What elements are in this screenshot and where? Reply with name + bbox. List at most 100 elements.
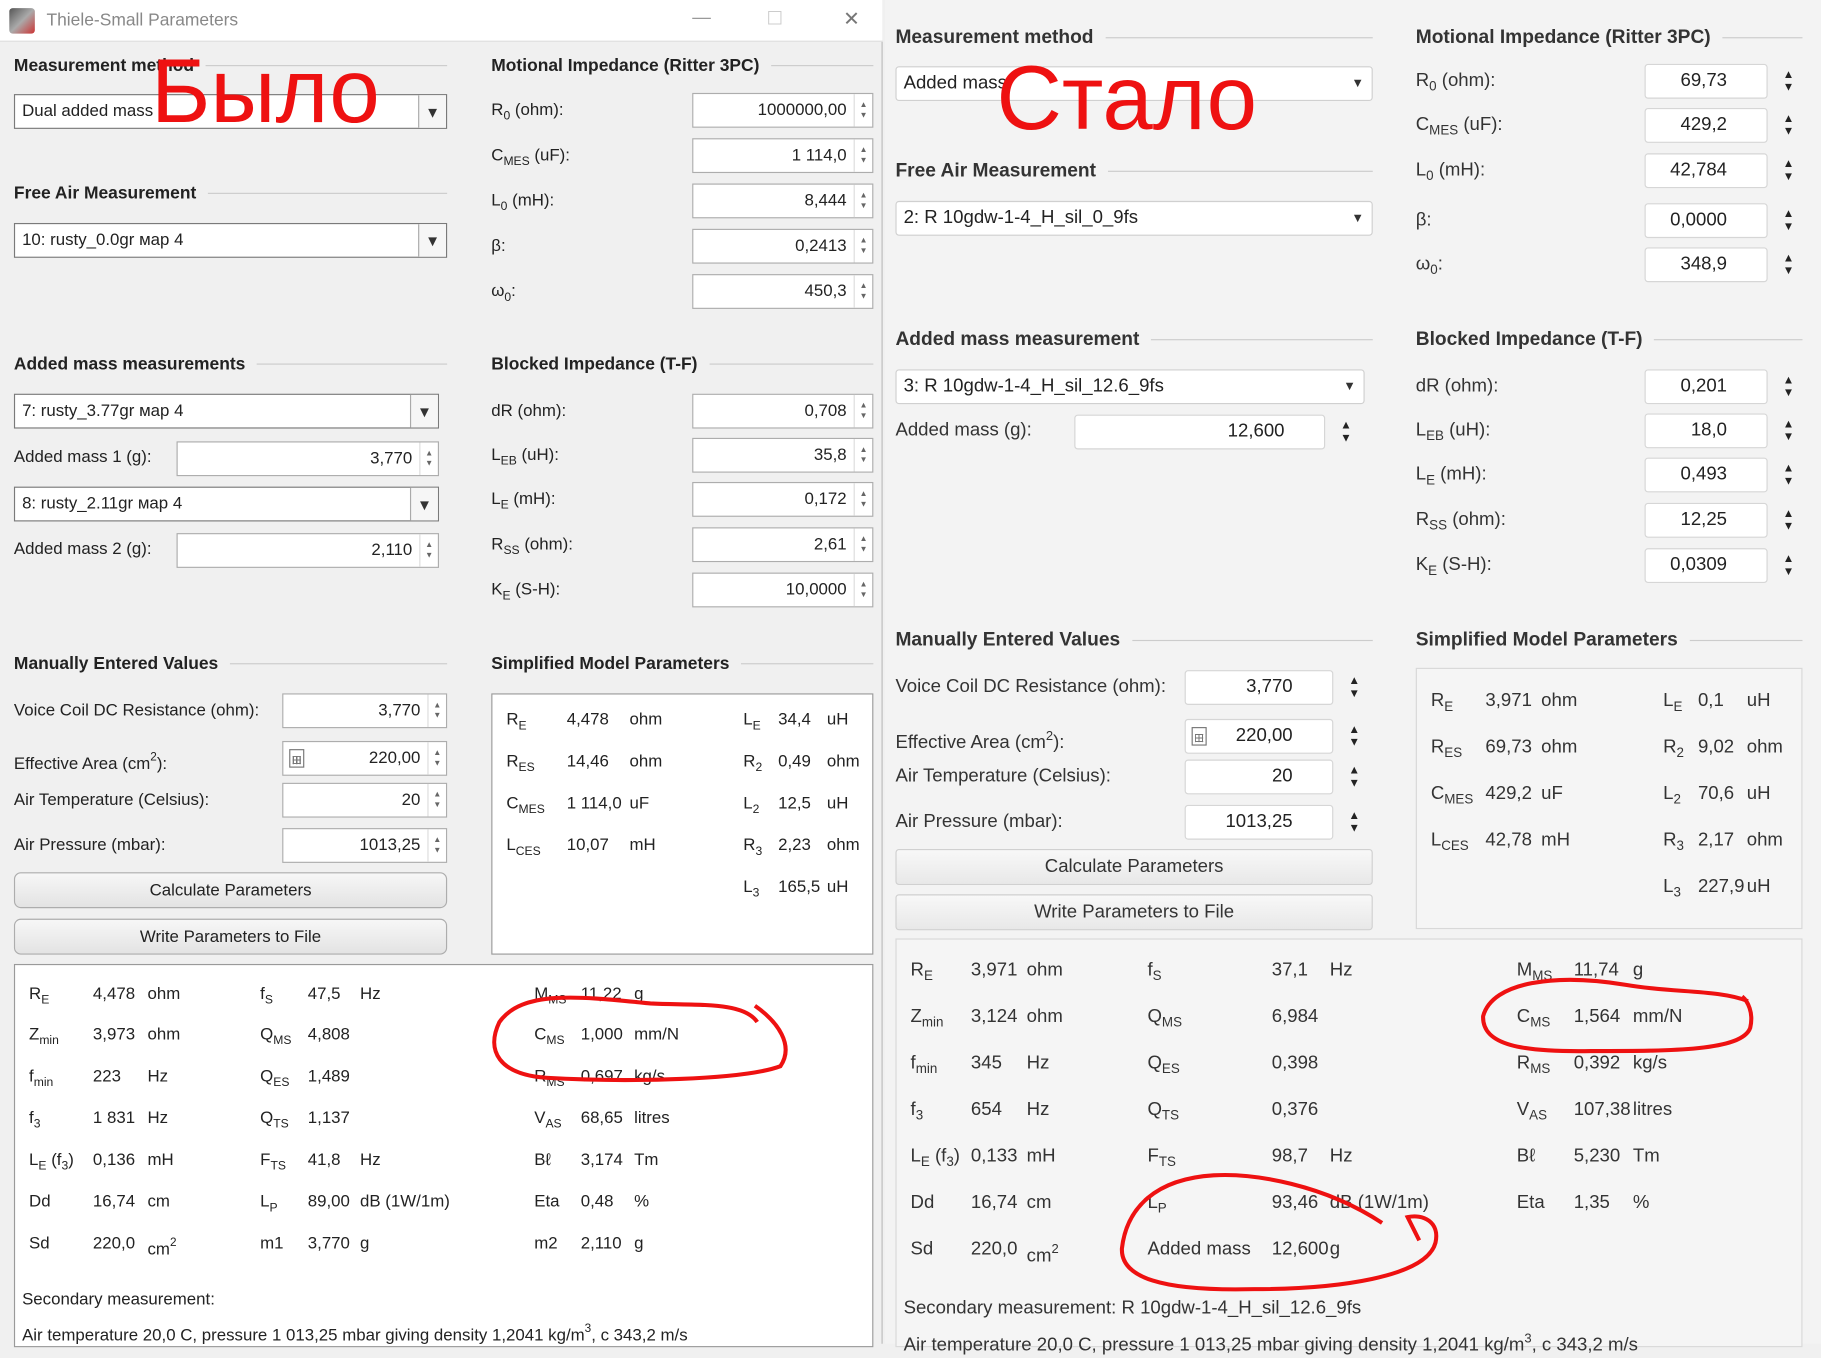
blocked-row-input[interactable]: 0,172 ▲ ▼ — [692, 481, 874, 517]
spinner-arrows-icon[interactable]: ▲ ▼ — [1776, 504, 1802, 537]
manual-row-input[interactable]: 1013,25 ▲ ▼ — [1184, 804, 1360, 840]
added-mass-select-1[interactable]: 7: rusty_3.77gr мар 4 ▼ — [13, 393, 440, 429]
maximize-button[interactable]: ☐ — [767, 8, 784, 31]
chevron-down-icon[interactable]: ▼ — [1336, 370, 1364, 403]
simplified-param-value: 0,49 — [778, 752, 811, 772]
spinner-arrows-icon[interactable]: ▲ ▼ — [1776, 154, 1802, 187]
simplified-param-unit: ohm — [1746, 830, 1783, 851]
manual-row-input[interactable]: 1013,25 ▲ ▼ — [282, 828, 448, 863]
spinner-arrows-icon[interactable]: ▲ ▼ — [1341, 761, 1367, 794]
spinner-arrows-icon[interactable]: ▲ ▼ — [853, 229, 873, 263]
free-air-select[interactable]: 2: R 10gdw-1-4_H_sil_0_9fs ▼ — [895, 200, 1373, 236]
spinner-arrows-icon[interactable]: ▲ ▼ — [853, 528, 873, 561]
spinner-arrows-icon[interactable]: ▲ ▼ — [1776, 459, 1802, 492]
spinner-arrows-icon[interactable]: ▲ ▼ — [1776, 109, 1802, 142]
spinner-arrows-icon[interactable]: ▲ ▼ — [853, 139, 873, 172]
spinner-arrows-icon[interactable]: ▲ ▼ — [1776, 249, 1802, 282]
blocked-row-input[interactable]: 2,61 ▲ ▼ — [692, 527, 874, 563]
blocked-row-input[interactable]: 12,25 ▲ ▼ — [1644, 502, 1794, 538]
manual-row-input[interactable]: 220,00 ▲ ▼ — [1184, 718, 1360, 754]
spinner-arrows-icon[interactable]: ▲ ▼ — [1341, 671, 1367, 704]
simplified-param-value: 2,23 — [778, 836, 811, 855]
spinner-arrows-icon[interactable]: ▲ ▼ — [1776, 415, 1802, 448]
spinner-arrows-icon[interactable]: ▲ ▼ — [1776, 549, 1802, 582]
chevron-down-icon[interactable]: ▼ — [409, 394, 438, 428]
motional-row-input[interactable]: 69,73 ▲ ▼ — [1644, 63, 1794, 99]
free-air-select[interactable]: 10: rusty_0.0gr мар 4 ▼ — [13, 222, 448, 258]
added-mass-select-1[interactable]: 3: R 10gdw-1-4_H_sil_12.6_9fs ▼ — [895, 369, 1365, 405]
divider — [741, 662, 874, 664]
label-part: TS — [1158, 1155, 1176, 1170]
spinner-arrows-icon[interactable]: ▲ ▼ — [853, 94, 873, 127]
spinner-arrows-icon[interactable]: ▲ ▼ — [853, 439, 873, 472]
spinner-arrows-icon[interactable]: ▲ ▼ — [419, 442, 438, 476]
spinner-arrows-icon[interactable]: ▲ ▼ — [853, 573, 873, 607]
added-mass-1-input[interactable]: 3,770 ▲ ▼ — [176, 441, 440, 477]
spinner-arrows-icon[interactable]: ▲ ▼ — [1341, 806, 1367, 839]
manual-row-input[interactable]: 20 ▲ ▼ — [1184, 759, 1360, 795]
result-label: RMS — [534, 1065, 564, 1089]
chevron-down-icon[interactable]: ▼ — [1344, 67, 1372, 100]
motional-row-input[interactable]: 0,0000 ▲ ▼ — [1644, 203, 1794, 239]
calculator-icon[interactable] — [1191, 727, 1207, 746]
label-part: MS — [273, 1034, 292, 1048]
spinner-arrows-icon[interactable]: ▲ ▼ — [853, 394, 873, 428]
spinner-arrows-icon[interactable]: ▲ ▼ — [853, 275, 873, 308]
spinner-arrows-icon[interactable]: ▲ ▼ — [1333, 416, 1359, 449]
simplified-param-value: 4,478 — [566, 710, 609, 730]
added-mass-input[interactable]: 12,600 ▲ ▼ — [1074, 414, 1352, 450]
spinner-arrows-icon[interactable]: ▲ ▼ — [419, 534, 438, 567]
motional-row-input[interactable]: 8,444 ▲ ▼ — [692, 183, 874, 219]
result-unit: Hz — [1027, 1099, 1050, 1122]
manual-row-input[interactable]: 3,770 ▲ ▼ — [282, 693, 448, 729]
chevron-down-icon[interactable]: ▼ — [418, 224, 446, 257]
added-mass-select-2[interactable]: 8: rusty_2.11gr мар 4 ▼ — [13, 486, 440, 522]
motional-row-input[interactable]: 42,784 ▲ ▼ — [1644, 153, 1794, 189]
spinner-arrows-icon[interactable]: ▲ ▼ — [427, 829, 446, 862]
spinner-arrows-icon[interactable]: ▲ ▼ — [427, 694, 446, 728]
simplified-param-label: CMES — [506, 792, 544, 816]
motional-row-input[interactable]: 429,2 ▲ ▼ — [1644, 108, 1794, 143]
result-unit: cm — [147, 1190, 169, 1213]
motional-row-input[interactable]: 1000000,00 ▲ ▼ — [692, 92, 874, 128]
manual-row-input[interactable]: 20 ▲ ▼ — [282, 782, 448, 818]
spinner-arrows-icon[interactable]: ▲ ▼ — [853, 184, 873, 218]
blocked-row-input[interactable]: 0,708 ▲ ▼ — [692, 393, 874, 429]
blocked-row-input[interactable]: 35,8 ▲ ▼ — [692, 437, 874, 473]
chevron-down-icon[interactable]: ▼ — [418, 95, 446, 128]
motional-row-input[interactable]: 450,3 ▲ ▼ — [692, 274, 874, 309]
calculator-icon[interactable] — [289, 749, 305, 768]
result-unit: g — [634, 1232, 643, 1255]
spinner-arrows-icon[interactable]: ▲ ▼ — [427, 742, 446, 775]
motional-row-input-value: 69,73 — [1680, 70, 1728, 91]
label-part: R — [491, 101, 504, 120]
label-part: R — [743, 752, 756, 772]
result-value: 1,489 — [307, 1067, 350, 1086]
motional-row-input[interactable]: 0,2413 ▲ ▼ — [692, 228, 874, 264]
calculate-parameters-button[interactable]: Calculate Parameters — [895, 848, 1373, 885]
calculate-parameters-button[interactable]: Calculate Parameters — [13, 872, 448, 909]
spinner-arrows-icon[interactable]: ▲ ▼ — [853, 483, 873, 516]
spinner-arrows-icon[interactable]: ▲ ▼ — [1776, 65, 1802, 98]
divider — [1689, 639, 1803, 641]
manual-row-input[interactable]: 220,00 ▲ ▼ — [282, 740, 448, 776]
motional-row-input[interactable]: 348,9 ▲ ▼ — [1644, 247, 1794, 283]
spinner-arrows-icon[interactable]: ▲ ▼ — [1776, 370, 1802, 403]
spinner-arrows-icon[interactable]: ▲ ▼ — [1776, 204, 1802, 237]
minimize-button[interactable]: — — [692, 7, 711, 30]
spinner-arrows-icon[interactable]: ▲ ▼ — [427, 783, 446, 817]
close-button[interactable]: ✕ — [843, 8, 860, 31]
blocked-row-input[interactable]: 0,201 ▲ ▼ — [1644, 369, 1794, 405]
spinner-arrows-icon[interactable]: ▲ ▼ — [1341, 720, 1367, 753]
blocked-row-input[interactable]: 18,0 ▲ ▼ — [1644, 413, 1794, 449]
chevron-down-icon[interactable]: ▼ — [409, 487, 438, 521]
chevron-down-icon[interactable]: ▼ — [1344, 202, 1372, 235]
write-parameters-button[interactable]: Write Parameters to File — [895, 894, 1373, 931]
write-parameters-button[interactable]: Write Parameters to File — [13, 918, 448, 955]
motional-row-input[interactable]: 1 114,0 ▲ ▼ — [692, 138, 874, 174]
blocked-row-input[interactable]: 10,0000 ▲ ▼ — [692, 572, 874, 608]
added-mass-2-input[interactable]: 2,110 ▲ ▼ — [176, 533, 440, 568]
blocked-row-input[interactable]: 0,493 ▲ ▼ — [1644, 457, 1794, 493]
manual-row-input[interactable]: 3,770 ▲ ▼ — [1184, 670, 1360, 705]
blocked-row-input[interactable]: 0,0309 ▲ ▼ — [1644, 548, 1794, 584]
